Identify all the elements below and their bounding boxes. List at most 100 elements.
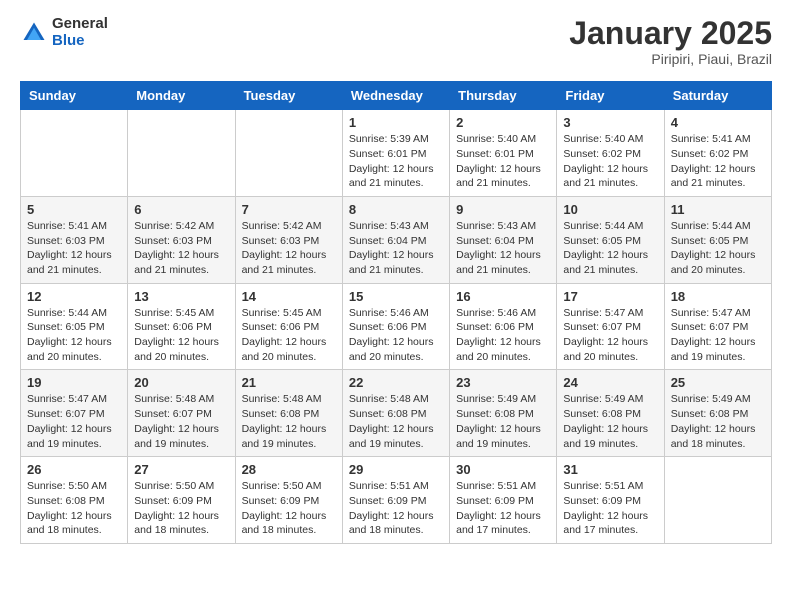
day-number: 13 (134, 289, 228, 304)
calendar-cell: 17 Sunrise: 5:47 AM Sunset: 6:07 PM Dayli… (557, 283, 664, 370)
day-info: Sunrise: 5:47 AM Sunset: 6:07 PM Dayligh… (671, 306, 765, 365)
calendar-cell: 13 Sunrise: 5:45 AM Sunset: 6:06 PM Dayli… (128, 283, 235, 370)
day-number: 9 (456, 202, 550, 217)
day-number: 2 (456, 115, 550, 130)
day-number: 19 (27, 375, 121, 390)
day-info: Sunrise: 5:47 AM Sunset: 6:07 PM Dayligh… (27, 392, 121, 451)
calendar-cell (128, 110, 235, 197)
calendar-cell: 19 Sunrise: 5:47 AM Sunset: 6:07 PM Dayli… (21, 370, 128, 457)
calendar-cell: 15 Sunrise: 5:46 AM Sunset: 6:06 PM Dayli… (342, 283, 449, 370)
calendar-cell: 20 Sunrise: 5:48 AM Sunset: 6:07 PM Dayli… (128, 370, 235, 457)
calendar-cell: 18 Sunrise: 5:47 AM Sunset: 6:07 PM Dayli… (664, 283, 771, 370)
month-title: January 2025 (569, 16, 772, 51)
day-number: 21 (242, 375, 336, 390)
day-number: 6 (134, 202, 228, 217)
calendar-cell: 8 Sunrise: 5:43 AM Sunset: 6:04 PM Daylig… (342, 196, 449, 283)
day-number: 27 (134, 462, 228, 477)
day-number: 12 (27, 289, 121, 304)
day-info: Sunrise: 5:50 AM Sunset: 6:09 PM Dayligh… (242, 479, 336, 538)
day-info: Sunrise: 5:49 AM Sunset: 6:08 PM Dayligh… (456, 392, 550, 451)
header-row: Sunday Monday Tuesday Wednesday Thursday… (21, 82, 772, 110)
day-number: 10 (563, 202, 657, 217)
day-info: Sunrise: 5:49 AM Sunset: 6:08 PM Dayligh… (671, 392, 765, 451)
title-block: January 2025 Piripiri, Piaui, Brazil (569, 16, 772, 67)
week-row-2: 5Sunrise: 5:41 AM Sunset: 6:03 PM Daylig… (21, 196, 772, 283)
day-number: 5 (27, 202, 121, 217)
calendar-cell: 23 Sunrise: 5:49 AM Sunset: 6:08 PM Dayli… (450, 370, 557, 457)
calendar-cell: 7Sunrise: 5:42 AM Sunset: 6:03 PM Daylig… (235, 196, 342, 283)
day-number: 18 (671, 289, 765, 304)
col-saturday: Saturday (664, 82, 771, 110)
header: General Blue January 2025 Piripiri, Piau… (20, 16, 772, 67)
page: General Blue January 2025 Piripiri, Piau… (0, 0, 792, 564)
logo-blue-text: Blue (52, 33, 108, 50)
day-info: Sunrise: 5:46 AM Sunset: 6:06 PM Dayligh… (456, 306, 550, 365)
day-number: 15 (349, 289, 443, 304)
day-info: Sunrise: 5:49 AM Sunset: 6:08 PM Dayligh… (563, 392, 657, 451)
day-number: 7 (242, 202, 336, 217)
calendar-cell: 3 Sunrise: 5:40 AM Sunset: 6:02 PM Daylig… (557, 110, 664, 197)
col-tuesday: Tuesday (235, 82, 342, 110)
calendar-cell: 1 Sunrise: 5:39 AM Sunset: 6:01 PM Daylig… (342, 110, 449, 197)
calendar-cell: 21Sunrise: 5:48 AM Sunset: 6:08 PM Dayli… (235, 370, 342, 457)
day-info: Sunrise: 5:41 AM Sunset: 6:02 PM Dayligh… (671, 132, 765, 191)
calendar-cell: 16 Sunrise: 5:46 AM Sunset: 6:06 PM Dayli… (450, 283, 557, 370)
calendar-cell: 5Sunrise: 5:41 AM Sunset: 6:03 PM Daylig… (21, 196, 128, 283)
calendar-cell: 11Sunrise: 5:44 AM Sunset: 6:05 PM Dayli… (664, 196, 771, 283)
week-row-5: 26Sunrise: 5:50 AM Sunset: 6:08 PM Dayli… (21, 457, 772, 544)
day-info: Sunrise: 5:51 AM Sunset: 6:09 PM Dayligh… (563, 479, 657, 538)
week-row-4: 19 Sunrise: 5:47 AM Sunset: 6:07 PM Dayli… (21, 370, 772, 457)
day-info: Sunrise: 5:40 AM Sunset: 6:02 PM Dayligh… (563, 132, 657, 191)
day-number: 24 (563, 375, 657, 390)
day-info: Sunrise: 5:51 AM Sunset: 6:09 PM Dayligh… (456, 479, 550, 538)
day-number: 31 (563, 462, 657, 477)
day-number: 23 (456, 375, 550, 390)
day-number: 16 (456, 289, 550, 304)
calendar-cell: 28 Sunrise: 5:50 AM Sunset: 6:09 PM Dayli… (235, 457, 342, 544)
calendar-cell: 4 Sunrise: 5:41 AM Sunset: 6:02 PM Daylig… (664, 110, 771, 197)
day-number: 1 (349, 115, 443, 130)
col-sunday: Sunday (21, 82, 128, 110)
day-number: 4 (671, 115, 765, 130)
day-info: Sunrise: 5:42 AM Sunset: 6:03 PM Dayligh… (134, 219, 228, 278)
calendar-cell: 12 Sunrise: 5:44 AM Sunset: 6:05 PM Dayli… (21, 283, 128, 370)
day-number: 17 (563, 289, 657, 304)
day-info: Sunrise: 5:44 AM Sunset: 6:05 PM Dayligh… (563, 219, 657, 278)
location-subtitle: Piripiri, Piaui, Brazil (569, 51, 772, 67)
calendar-cell: 9 Sunrise: 5:43 AM Sunset: 6:04 PM Daylig… (450, 196, 557, 283)
day-number: 14 (242, 289, 336, 304)
calendar-cell: 10 Sunrise: 5:44 AM Sunset: 6:05 PM Dayli… (557, 196, 664, 283)
col-monday: Monday (128, 82, 235, 110)
day-number: 3 (563, 115, 657, 130)
day-number: 26 (27, 462, 121, 477)
day-info: Sunrise: 5:39 AM Sunset: 6:01 PM Dayligh… (349, 132, 443, 191)
calendar-cell (235, 110, 342, 197)
day-info: Sunrise: 5:45 AM Sunset: 6:06 PM Dayligh… (242, 306, 336, 365)
calendar-cell: 27Sunrise: 5:50 AM Sunset: 6:09 PM Dayli… (128, 457, 235, 544)
day-info: Sunrise: 5:45 AM Sunset: 6:06 PM Dayligh… (134, 306, 228, 365)
day-number: 29 (349, 462, 443, 477)
day-info: Sunrise: 5:47 AM Sunset: 6:07 PM Dayligh… (563, 306, 657, 365)
col-thursday: Thursday (450, 82, 557, 110)
calendar-cell: 22Sunrise: 5:48 AM Sunset: 6:08 PM Dayli… (342, 370, 449, 457)
day-number: 8 (349, 202, 443, 217)
calendar-cell: 29 Sunrise: 5:51 AM Sunset: 6:09 PM Dayli… (342, 457, 449, 544)
calendar-cell: 26Sunrise: 5:50 AM Sunset: 6:08 PM Dayli… (21, 457, 128, 544)
day-info: Sunrise: 5:43 AM Sunset: 6:04 PM Dayligh… (456, 219, 550, 278)
day-number: 20 (134, 375, 228, 390)
day-number: 28 (242, 462, 336, 477)
day-info: Sunrise: 5:44 AM Sunset: 6:05 PM Dayligh… (27, 306, 121, 365)
col-wednesday: Wednesday (342, 82, 449, 110)
col-friday: Friday (557, 82, 664, 110)
day-info: Sunrise: 5:48 AM Sunset: 6:08 PM Dayligh… (349, 392, 443, 451)
day-info: Sunrise: 5:48 AM Sunset: 6:07 PM Dayligh… (134, 392, 228, 451)
calendar-cell (21, 110, 128, 197)
calendar-body: 1 Sunrise: 5:39 AM Sunset: 6:01 PM Daylig… (21, 110, 772, 544)
logo-icon (20, 19, 48, 47)
day-number: 25 (671, 375, 765, 390)
day-info: Sunrise: 5:43 AM Sunset: 6:04 PM Dayligh… (349, 219, 443, 278)
day-info: Sunrise: 5:46 AM Sunset: 6:06 PM Dayligh… (349, 306, 443, 365)
day-info: Sunrise: 5:51 AM Sunset: 6:09 PM Dayligh… (349, 479, 443, 538)
calendar-cell (664, 457, 771, 544)
logo-text: General Blue (52, 16, 108, 49)
